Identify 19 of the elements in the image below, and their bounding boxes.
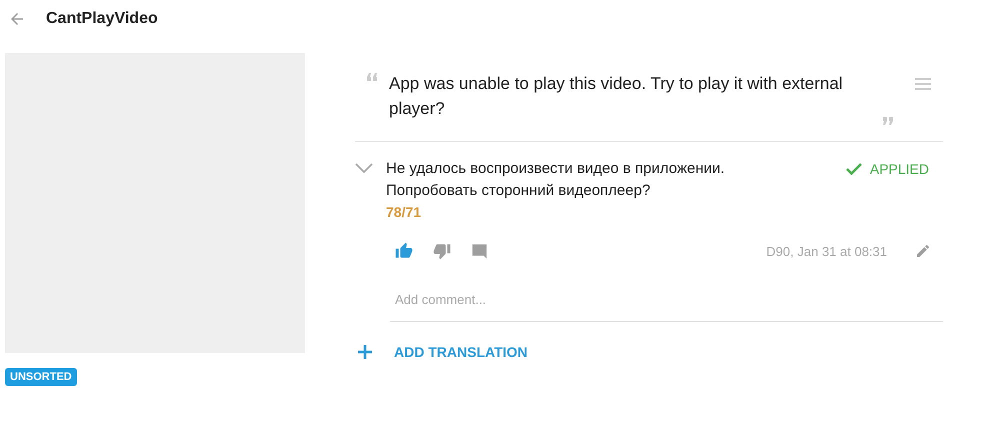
source-text: App was unable to play this video. Try to play it with external player? — [389, 73, 844, 120]
page-title: CantPlayVideo — [46, 10, 158, 28]
thumbs-up-icon[interactable] — [395, 242, 413, 260]
check-icon — [846, 163, 862, 175]
applied-status: APPLIED — [846, 158, 943, 180]
add-translation-button[interactable]: ADD TRANSLATION — [355, 344, 528, 360]
menu-icon[interactable] — [915, 78, 931, 90]
vote-count: 78/71 — [386, 204, 422, 220]
open-quote-icon — [367, 73, 377, 81]
plus-icon — [358, 345, 372, 359]
comment-icon[interactable] — [471, 242, 488, 260]
comment-field[interactable]: Add comment... — [390, 292, 943, 322]
chevron-down-icon[interactable] — [355, 163, 373, 173]
status-tag: UNSORTED — [5, 368, 77, 386]
edit-icon[interactable] — [915, 243, 931, 259]
thumbs-down-icon[interactable] — [433, 242, 451, 260]
close-quote-icon — [883, 117, 893, 125]
translation-text: Не удалось воспроизвести видео в приложении. Попробовать сторонний видеоплеер? — [386, 159, 726, 201]
author-date: D90, Jan 31 at 08:31 — [766, 244, 887, 258]
